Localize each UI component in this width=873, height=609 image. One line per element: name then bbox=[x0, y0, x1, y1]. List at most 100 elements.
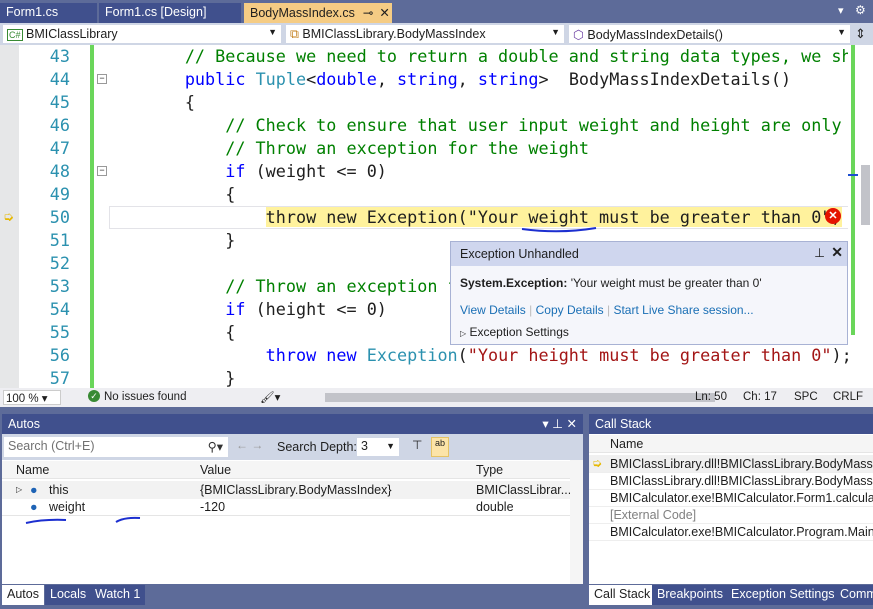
code-token: throw new Exception("Your weight must be… bbox=[265, 207, 842, 227]
search-placeholder: Search (Ctrl+E) bbox=[8, 439, 95, 453]
code-token: < bbox=[306, 69, 317, 89]
autos-title-bar: Autos ▾ ⊥ ✕ bbox=[2, 414, 583, 434]
search-depth-dropdown[interactable]: 3 ▼ bbox=[357, 438, 399, 456]
code-line[interactable]: // Throw an exception f bbox=[104, 275, 457, 298]
editor-scrollbar[interactable] bbox=[848, 45, 858, 388]
issues-status[interactable]: No issues found bbox=[104, 391, 186, 403]
code-line[interactable]: if (weight <= 0) bbox=[104, 160, 387, 183]
exception-type: System.Exception: bbox=[460, 276, 568, 290]
tab-breakpoints[interactable]: Breakpoints bbox=[652, 585, 729, 605]
line-number: 53 bbox=[49, 276, 70, 296]
autos-grid: Name Value Type ▷ ● this {BMIClassLibrar… bbox=[2, 460, 583, 584]
class-dropdown[interactable]: ⧉ BMIClassLibrary.BodyMassIndex ▼ bbox=[285, 24, 565, 44]
code-line[interactable]: if (height <= 0) bbox=[104, 298, 387, 321]
pin-icon[interactable]: ⊸ bbox=[363, 6, 373, 20]
whitespace-mode[interactable]: SPC bbox=[794, 391, 818, 403]
hex-display-icon[interactable]: ab bbox=[431, 437, 449, 457]
class-label: BMIClassLibrary.BodyMassIndex bbox=[302, 27, 486, 41]
column-header-type[interactable]: Type bbox=[476, 461, 503, 478]
close-icon[interactable]: ✕ bbox=[379, 6, 389, 20]
tab-form1-design[interactable]: Form1.cs [Design] bbox=[99, 3, 241, 23]
method-icon: ⬡ bbox=[573, 28, 584, 42]
tab-command-window[interactable]: Comm bbox=[835, 585, 873, 605]
change-indicator bbox=[90, 45, 94, 388]
tab-call-stack[interactable]: Call Stack bbox=[589, 585, 656, 605]
error-icon[interactable]: ✕ bbox=[825, 208, 841, 224]
code-token: if bbox=[225, 299, 246, 319]
call-stack-frame[interactable]: BMICalculator.exe!BMICalculator.Program.… bbox=[589, 523, 873, 541]
view-details-link[interactable]: View Details bbox=[460, 303, 526, 317]
call-stack-frame[interactable]: BMIClassLibrary.dll!BMIClassLibrary.Body… bbox=[589, 455, 873, 473]
back-icon[interactable]: ← → bbox=[236, 438, 263, 452]
pin-icon[interactable]: ⊥ bbox=[814, 245, 825, 260]
table-row[interactable]: ● weight -120 double bbox=[2, 498, 570, 516]
gear-icon[interactable]: ⚙ bbox=[855, 3, 866, 17]
chevron-down-icon: ▼ bbox=[268, 27, 277, 37]
code-line[interactable]: { bbox=[104, 321, 235, 344]
code-line[interactable]: // Throw an exception for the weight bbox=[104, 137, 589, 160]
code-cleanup-icon[interactable]: 🖌▾ bbox=[260, 390, 280, 404]
class-icon: ⧉ bbox=[290, 27, 299, 41]
window-controls[interactable]: ▾ ⊥ ✕ bbox=[542, 416, 577, 431]
variable-value[interactable]: -120 bbox=[200, 498, 225, 515]
horizontal-scrollbar[interactable] bbox=[325, 393, 715, 402]
code-line[interactable]: // Because we need to return a double an… bbox=[104, 45, 858, 68]
call-stack-frame[interactable]: BMICalculator.exe!BMICalculator.Form1.ca… bbox=[589, 489, 873, 507]
split-icon[interactable]: ⇕ bbox=[855, 26, 866, 42]
csharp-icon: C# bbox=[7, 29, 23, 41]
column-number: Ch: 17 bbox=[743, 391, 777, 403]
call-stack-frame[interactable]: [External Code] bbox=[589, 506, 873, 524]
vertical-scrollbar[interactable] bbox=[858, 45, 873, 388]
code-token: ( bbox=[457, 345, 468, 365]
search-depth-label: Search Depth: bbox=[277, 440, 357, 454]
column-header-value[interactable]: Value bbox=[200, 461, 231, 478]
zoom-dropdown[interactable]: 100 % ▾ bbox=[3, 390, 61, 405]
exception-message: 'Your weight must be greater than 0' bbox=[570, 276, 762, 290]
code-token: new bbox=[326, 345, 357, 365]
tab-watch1[interactable]: Watch 1 bbox=[90, 585, 146, 605]
code-line[interactable]: // Check to ensure that user input weigh… bbox=[104, 114, 858, 137]
line-number: 45 bbox=[49, 92, 70, 112]
code-line[interactable]: } bbox=[104, 367, 235, 388]
code-line[interactable]: public Tuple<double, string, string> Bod… bbox=[104, 68, 791, 91]
code-line[interactable]: } bbox=[104, 229, 235, 252]
table-row[interactable]: ▷ ● this {BMIClassLibrary.BodyMassIndex}… bbox=[2, 481, 570, 499]
project-dropdown[interactable]: C# BMIClassLibrary ▼ bbox=[2, 24, 282, 44]
column-header-name[interactable]: Name bbox=[610, 435, 643, 452]
autos-scrollbar[interactable] bbox=[570, 460, 583, 584]
exception-settings-expander[interactable]: ▷ Exception Settings bbox=[451, 317, 847, 339]
live-share-link[interactable]: Start Live Share session... bbox=[613, 303, 753, 317]
code-line[interactable]: throw new Exception("Your height must be… bbox=[104, 344, 852, 367]
search-input[interactable]: Search (Ctrl+E) ⚲▾ bbox=[4, 437, 228, 457]
expand-icon[interactable]: ▷ bbox=[16, 481, 22, 499]
tab-autos[interactable]: Autos bbox=[2, 585, 44, 605]
variable-type: double bbox=[476, 500, 514, 514]
column-header-name[interactable]: Name bbox=[16, 461, 49, 478]
tab-locals[interactable]: Locals bbox=[45, 585, 92, 605]
code-token: "Your height must be greater than 0" bbox=[467, 345, 832, 365]
close-icon[interactable]: ✕ bbox=[831, 244, 843, 261]
member-dropdown[interactable]: ⬡ BodyMassIndexDetails() ▼ bbox=[568, 24, 851, 44]
tab-form1-cs[interactable]: Form1.cs bbox=[0, 3, 97, 23]
call-stack-frame[interactable]: BMIClassLibrary.dll!BMIClassLibrary.Body… bbox=[589, 472, 873, 490]
code-token: if bbox=[225, 161, 246, 181]
code-line[interactable]: throw new Exception("Your weight must be… bbox=[104, 206, 842, 229]
line-ending[interactable]: CRLF bbox=[833, 391, 863, 403]
code-line[interactable]: { bbox=[104, 91, 195, 114]
tab-exception-settings[interactable]: Exception Settings bbox=[726, 585, 840, 605]
current-statement-arrow-icon: ➭ bbox=[3, 209, 14, 224]
variable-value[interactable]: {BMIClassLibrary.BodyMassIndex} bbox=[200, 481, 392, 499]
pin-filter-icon[interactable]: ⊤ bbox=[412, 438, 422, 452]
line-number: 43 bbox=[49, 46, 70, 66]
current-frame-arrow-icon: ➭ bbox=[592, 456, 603, 470]
code-line[interactable]: { bbox=[104, 183, 235, 206]
copy-details-link[interactable]: Copy Details bbox=[536, 303, 604, 317]
tab-dropdown-icon[interactable]: ▾ bbox=[838, 4, 844, 17]
exception-settings-label: Exception Settings bbox=[469, 325, 569, 339]
tab-bodymassindex-cs[interactable]: BodyMassIndex.cs ⊸ ✕ bbox=[244, 3, 392, 23]
line-number: 48 bbox=[49, 161, 70, 181]
